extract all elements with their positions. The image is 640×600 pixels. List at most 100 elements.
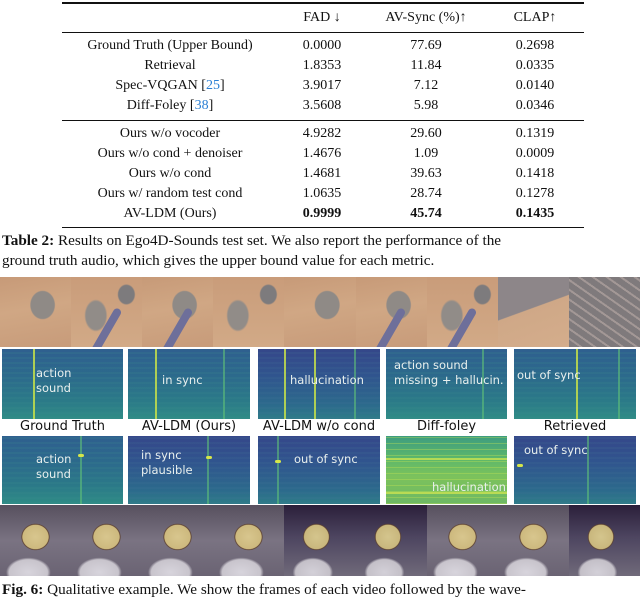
table-row: Spec-VQGAN [25] 3.9017 7.12 0.0140 <box>62 76 584 96</box>
table-bottom-rule <box>62 226 584 228</box>
video-frame <box>213 505 285 576</box>
method-cell: Ours w/o cond + denoiser <box>97 145 243 161</box>
video-frame <box>213 277 285 347</box>
clap-cell: 0.0346 <box>515 97 555 113</box>
caption-line-1: Results on Ego4D-Sounds test set. We als… <box>54 232 502 249</box>
fad-cell: 4.9282 <box>302 125 342 141</box>
model-label-av-ldm-wo-cond: AV-LDM w/o cond <box>262 419 376 434</box>
fad-cell: 1.8353 <box>302 57 342 73</box>
spectrogram-row-example-2: action sound in sync plausible out of sy… <box>0 436 640 504</box>
spectrogram-annotation: action sound <box>36 452 72 481</box>
av-sync-cell: 28.74 <box>410 185 442 201</box>
clap-cell: 0.0009 <box>515 145 555 161</box>
video-frame <box>497 277 569 347</box>
model-labels: Ground Truth AV-LDM (Ours) AV-LDM w/o co… <box>0 419 640 435</box>
video-frame <box>355 505 427 576</box>
clap-cell: 0.1418 <box>515 165 555 181</box>
table-header-rule <box>62 31 584 33</box>
spectrogram-annotation: hallucination <box>432 480 506 494</box>
spectrogram-event-line <box>80 436 82 504</box>
spectrogram-annotation: in sync <box>162 373 203 387</box>
av-sync-cell: 11.84 <box>410 57 442 73</box>
spectrogram-annotation: out of sync <box>294 452 358 466</box>
method-name: Spec-VQGAN <box>115 77 198 93</box>
av-sync-cell: 77.69 <box>410 37 442 53</box>
table-row: Ground Truth (Upper Bound) 0.0000 77.69 … <box>62 36 584 56</box>
spectrogram-row-example-1: action sound in sync hallucination actio… <box>0 349 640 419</box>
results-table: FAD ↓ AV-Sync (%)↑ CLAP↑ Ground Truth (U… <box>62 2 584 228</box>
clap-cell: 0.0335 <box>515 57 555 73</box>
model-label-retrieved: Retrieved <box>543 419 607 434</box>
method-cell: Retrieval <box>144 57 196 73</box>
spectrogram-ground-truth: action sound <box>2 349 123 419</box>
clap-cell: 0.1435 <box>515 205 555 221</box>
table-row: Ours w/o cond 1.4681 39.63 0.1418 <box>62 164 584 184</box>
spectrogram-energy-blob <box>517 464 523 467</box>
spectrogram-annotation: action sound missing + hallucin. <box>394 358 504 387</box>
spectrogram-event-line <box>33 349 35 419</box>
figure-caption: Fig. 6: Qualitative example. We show the… <box>2 580 640 600</box>
fad-cell: 0.0000 <box>302 37 342 53</box>
method-cell: Ours w/o cond <box>128 165 212 181</box>
fad-cell: 1.4676 <box>302 145 342 161</box>
fad-cell: 0.9999 <box>302 205 342 221</box>
method-cell: Ours w/ random test cond <box>97 185 243 201</box>
fad-cell: 3.9017 <box>302 77 342 93</box>
figure-caption-text: Qualitative example. We show the frames … <box>43 581 526 598</box>
video-frame <box>0 277 72 347</box>
video-frame <box>568 277 640 347</box>
spectrogram-event-line <box>277 436 279 504</box>
model-label-ground-truth: Ground Truth <box>20 419 105 434</box>
clap-cell: 0.1319 <box>515 125 555 141</box>
method-cell: AV-LDM (Ours) <box>123 205 217 221</box>
figure-caption-label: Fig. 6: <box>2 581 44 598</box>
spectrogram-av-ldm: in sync <box>128 349 250 419</box>
av-sync-cell: 45.74 <box>410 205 442 221</box>
method-cell: Ours w/o vocoder <box>119 125 221 141</box>
av-sync-cell: 5.98 <box>413 97 439 113</box>
spectrogram-event-line <box>155 349 157 419</box>
spectrogram-diff-foley: hallucination <box>386 436 507 504</box>
video-frame <box>426 277 498 347</box>
clap-cell: 0.0140 <box>515 77 555 93</box>
spectrogram-av-ldm: in sync plausible <box>128 436 250 504</box>
spectrogram-event-line <box>284 349 286 419</box>
spectrogram-retrieved: out of sync <box>514 349 636 419</box>
video-frame <box>0 505 72 576</box>
av-sync-cell: 29.60 <box>410 125 442 141</box>
video-frame <box>497 505 569 576</box>
spectrogram-event-line <box>576 349 578 419</box>
fad-cell: 1.0635 <box>302 185 342 201</box>
spectrogram-energy-blob <box>206 456 212 459</box>
header-clap: CLAP↑ <box>513 9 557 25</box>
spectrogram-annotation: in sync plausible <box>141 448 193 477</box>
video-frame <box>568 505 640 576</box>
citation-link[interactable]: 25 <box>206 78 220 93</box>
model-label-diff-foley: Diff-foley <box>416 419 477 434</box>
table-header-row: FAD ↓ AV-Sync (%)↑ CLAP↑ <box>62 4 584 32</box>
table-row: Ours w/o vocoder 4.9282 29.60 0.1319 <box>62 124 584 144</box>
video-frame <box>71 277 143 347</box>
table-row: Ours w/ random test cond 1.0635 28.74 0.… <box>62 184 584 204</box>
spectrogram-harmonic-line <box>386 458 507 460</box>
spectrogram-av-ldm-wo-cond: out of sync <box>258 436 380 504</box>
spectrogram-annotation: out of sync <box>524 443 588 457</box>
table-row-best: AV-LDM (Ours) 0.9999 45.74 0.1435 <box>62 204 584 224</box>
table-group-rule <box>62 119 584 121</box>
spectrogram-annotation: action sound <box>36 366 72 395</box>
citation-link[interactable]: 38 <box>195 98 209 113</box>
spectrogram-diff-foley: action sound missing + hallucin. <box>386 349 507 419</box>
spectrogram-retrieved: out of sync <box>514 436 636 504</box>
clap-cell: 0.1278 <box>515 185 555 201</box>
spectrogram-event-line <box>618 349 620 419</box>
video-frame <box>426 505 498 576</box>
video-frame <box>284 277 356 347</box>
header-fad: FAD ↓ <box>303 9 341 25</box>
method-cell: Ground Truth (Upper Bound) <box>87 37 253 53</box>
video-frame <box>284 505 356 576</box>
video-frame <box>142 277 214 347</box>
spectrogram-ground-truth: action sound <box>2 436 123 504</box>
caption-label: Table 2: <box>2 232 55 249</box>
spectrogram-av-ldm-wo-cond: hallucination <box>258 349 380 419</box>
table-row: Diff-Foley [38] 3.5608 5.98 0.0346 <box>62 96 584 116</box>
